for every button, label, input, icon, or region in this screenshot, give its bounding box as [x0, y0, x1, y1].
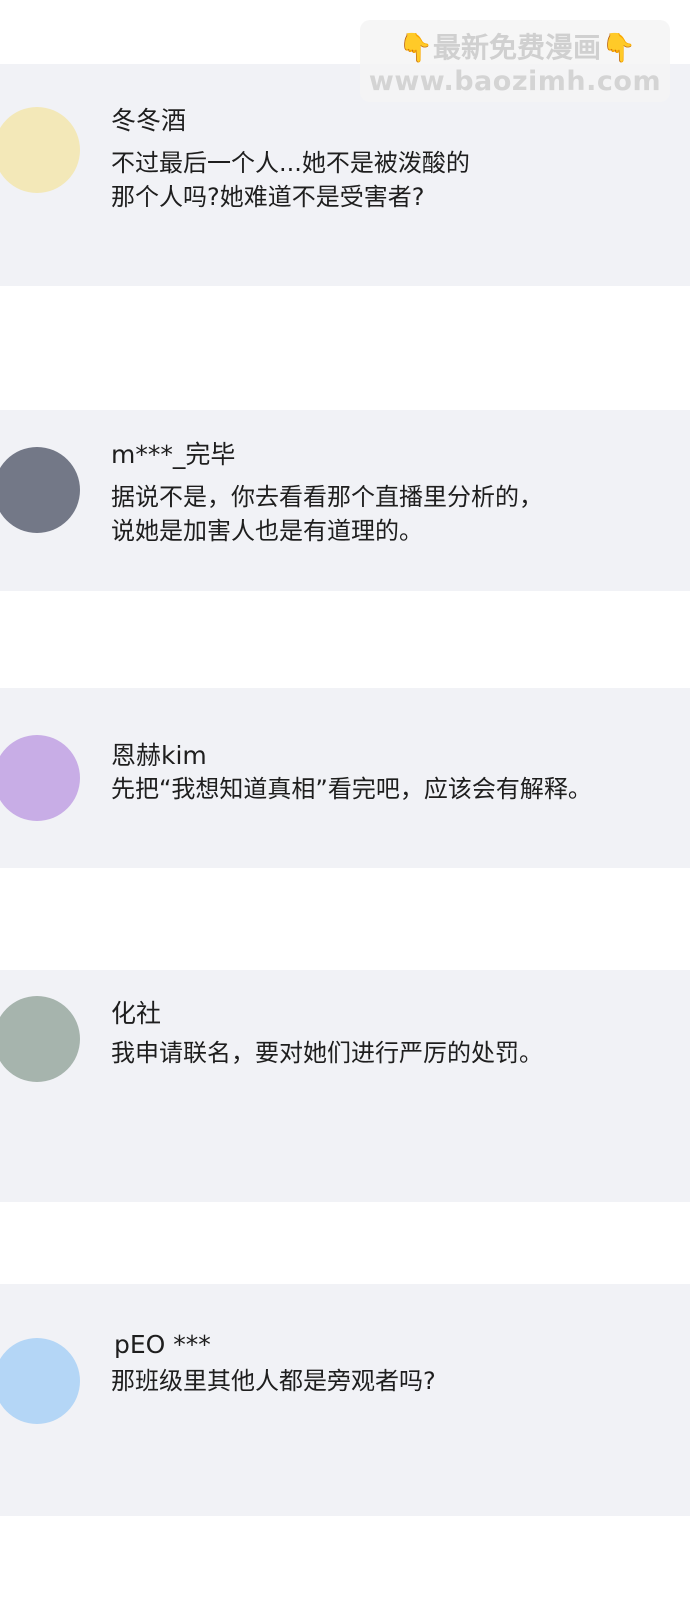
- watermark-badge: 👇最新免费漫画👇 www.baozimh.com: [360, 20, 670, 102]
- avatar[interactable]: [0, 107, 80, 193]
- watermark-title: 最新免费漫画: [432, 31, 601, 64]
- pointing-down-icon: 👇: [398, 31, 433, 64]
- comment-text: 不过最后一个人...她不是被泼酸的 那个人吗?她难道不是受害者?: [111, 146, 681, 214]
- avatar[interactable]: [0, 447, 80, 533]
- comment-card: pEO *** 那班级里其他人都是旁观者吗?: [0, 1284, 690, 1516]
- avatar[interactable]: [0, 996, 80, 1082]
- comment-username[interactable]: 化社: [111, 999, 161, 1029]
- comment-username[interactable]: 恩赫kim: [111, 741, 207, 771]
- watermark-url: www.baozimh.com: [368, 66, 662, 97]
- watermark-title-row: 👇最新免费漫画👇: [372, 26, 662, 66]
- comment-line: 那个人吗?她难道不是受害者?: [111, 183, 425, 211]
- comment-text: 那班级里其他人都是旁观者吗?: [111, 1364, 681, 1398]
- comment-text: 据说不是，你去看看那个直播里分析的， 说她是加害人也是有道理的。: [111, 480, 681, 548]
- avatar[interactable]: [0, 1338, 80, 1424]
- pointing-down-icon: 👇: [601, 31, 636, 64]
- comment-username[interactable]: m***_完毕: [111, 440, 235, 470]
- comment-card: 化社 我申请联名，要对她们进行严厉的处罚。: [0, 970, 690, 1202]
- comment-card: 恩赫kim 先把“我想知道真相”看完吧，应该会有解释。: [0, 688, 690, 868]
- comment-text: 先把“我想知道真相”看完吧，应该会有解释。: [111, 772, 681, 806]
- avatar[interactable]: [0, 735, 80, 821]
- comment-line: 那班级里其他人都是旁观者吗?: [111, 1367, 436, 1395]
- comment-line: 先把“我想知道真相”看完吧，应该会有解释。: [111, 775, 592, 803]
- comment-card: m***_完毕 据说不是，你去看看那个直播里分析的， 说她是加害人也是有道理的。: [0, 410, 690, 591]
- comment-username[interactable]: 冬冬酒: [111, 106, 186, 136]
- comment-line: 不过最后一个人...她不是被泼酸的: [111, 149, 470, 177]
- comment-text: 我申请联名，要对她们进行严厉的处罚。: [111, 1036, 681, 1070]
- comment-line: 据说不是，你去看看那个直播里分析的，: [111, 483, 543, 511]
- comment-line: 我申请联名，要对她们进行严厉的处罚。: [111, 1039, 543, 1067]
- comment-username[interactable]: pEO ***: [114, 1330, 211, 1360]
- comment-line: 说她是加害人也是有道理的。: [111, 517, 423, 545]
